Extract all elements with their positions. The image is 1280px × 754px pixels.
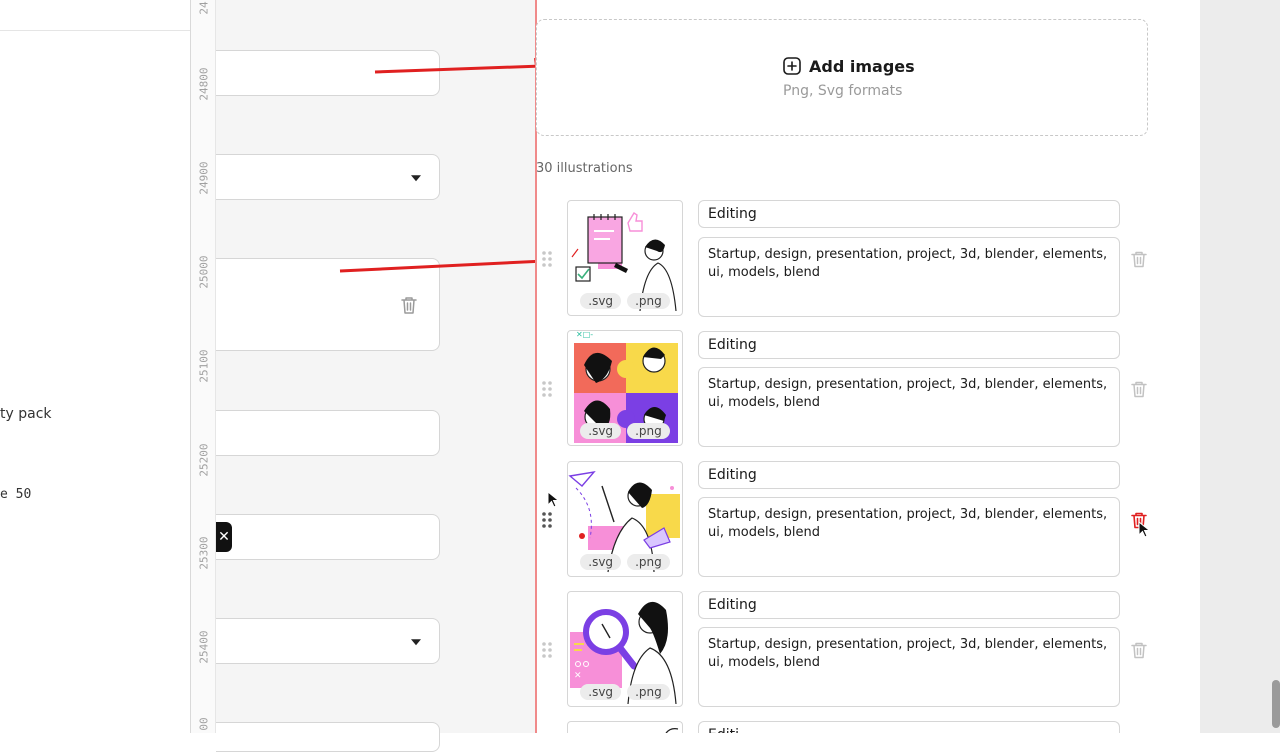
scrollbar-track: [1200, 0, 1280, 733]
text-field[interactable]: [216, 722, 440, 752]
illustration-title-input[interactable]: Editi: [698, 721, 1120, 733]
scrollbar-thumb[interactable]: [1272, 680, 1280, 728]
divider: [0, 30, 190, 31]
illustration-thumbnail[interactable]: ✕□- .svg .png: [567, 330, 683, 446]
left-panel: [0, 0, 190, 733]
illustration-thumbnail[interactable]: ✕ .svg .png: [567, 591, 683, 707]
illustration-tags-input[interactable]: Startup, design, presentation, project, …: [698, 367, 1120, 447]
format-tag: .png: [627, 684, 670, 700]
trash-icon[interactable]: [1130, 380, 1148, 398]
ruler-label: 25000: [197, 255, 211, 289]
illustration-thumbnail[interactable]: .svg .png: [567, 461, 683, 577]
illustration-thumbnail[interactable]: .svg .png: [567, 200, 683, 316]
illustration-title-input[interactable]: Editing: [698, 331, 1120, 359]
format-tag: .png: [627, 293, 670, 309]
svg-text:✕□-: ✕□-: [576, 331, 593, 339]
add-images-label: Add images: [809, 56, 915, 76]
drag-handle-icon[interactable]: [541, 250, 553, 268]
ruler-label: 24900: [197, 161, 211, 195]
illustration-thumbnail[interactable]: [567, 721, 683, 733]
text-field[interactable]: [216, 514, 440, 560]
add-images-button[interactable]: Add images: [783, 54, 915, 78]
left-text-pack: ty pack: [0, 406, 52, 422]
plus-square-icon: [783, 57, 801, 75]
format-tag: .svg: [580, 423, 622, 439]
drag-handle-icon[interactable]: [541, 641, 553, 659]
format-tag: .png: [627, 554, 670, 570]
annotation-arrows: [339, 58, 562, 273]
drag-handle-icon[interactable]: [541, 380, 553, 398]
formats-hint: Png, Svg formats: [783, 83, 903, 99]
trash-icon[interactable]: [1130, 641, 1148, 659]
illustration-tags-input[interactable]: Startup, design, presentation, project, …: [698, 627, 1120, 707]
trash-icon[interactable]: [401, 296, 417, 314]
illustration-image: [665, 728, 679, 733]
drag-handle-icon[interactable]: [541, 511, 553, 529]
ruler-label: 25400: [197, 630, 211, 664]
ruler-label: 25100: [197, 349, 211, 383]
trash-icon[interactable]: [1130, 250, 1148, 268]
ruler-label: 00: [197, 717, 211, 731]
ruler-label: 24: [197, 1, 211, 15]
format-tag: .svg: [580, 684, 622, 700]
left-text-50: e 50: [0, 487, 32, 502]
illustration-title-input[interactable]: Editing: [698, 591, 1120, 619]
illustration-title-input[interactable]: Editing: [698, 461, 1120, 489]
ruler-label: 24800: [197, 67, 211, 101]
vertical-ruler: 24 24800 24900 25000 25100 25200 25300 2…: [190, 0, 216, 733]
illustration-tags-input[interactable]: Startup, design, presentation, project, …: [698, 497, 1120, 577]
ruler-label: 25200: [197, 443, 211, 477]
illustration-title-input[interactable]: Editing: [698, 200, 1120, 228]
illustration-tags-input[interactable]: Startup, design, presentation, project, …: [698, 237, 1120, 317]
illustrations-count: 30 illustrations: [536, 161, 633, 176]
close-chip-button[interactable]: ✕: [216, 522, 232, 552]
dropdown-field[interactable]: [216, 618, 440, 664]
ruler-label: 25300: [197, 536, 211, 570]
cursor-icon: [547, 491, 560, 508]
svg-text:✕: ✕: [574, 671, 582, 681]
format-tag: .svg: [580, 554, 622, 570]
format-tag: .svg: [580, 293, 622, 309]
format-tag: .png: [627, 423, 670, 439]
caret-down-icon: [411, 639, 421, 646]
text-field[interactable]: [216, 410, 440, 456]
cursor-icon: [1138, 521, 1151, 538]
